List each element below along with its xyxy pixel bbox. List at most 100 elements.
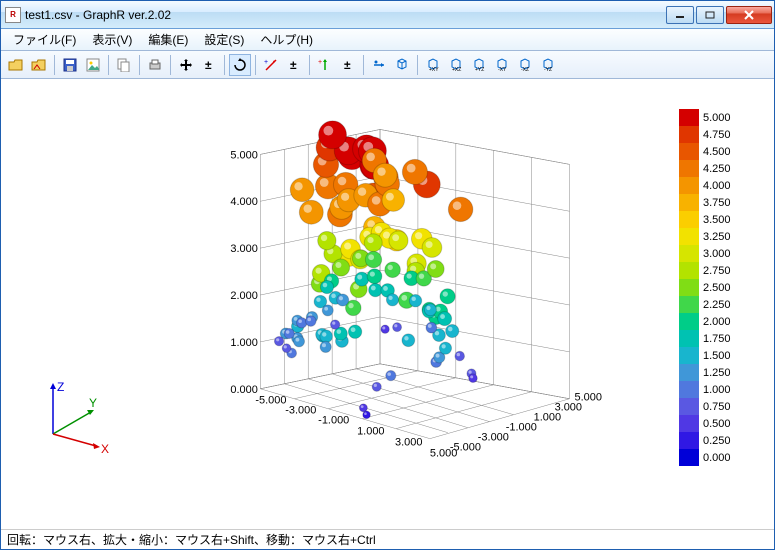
y-tick: 5.000 bbox=[575, 392, 602, 404]
svg-text:Z: Z bbox=[57, 380, 64, 394]
z-tick: 2.000 bbox=[230, 290, 257, 302]
legend-swatch bbox=[679, 415, 699, 432]
menu-settings[interactable]: 設定(S) bbox=[196, 29, 252, 50]
data-point bbox=[438, 312, 452, 326]
svg-text:+: + bbox=[318, 59, 322, 66]
legend-label: 0.750 bbox=[703, 401, 731, 413]
x-tick: 1.000 bbox=[357, 426, 384, 438]
data-point bbox=[290, 178, 314, 202]
svg-text:+YZ: +YZ bbox=[475, 67, 484, 72]
legend-label: 3.000 bbox=[703, 248, 731, 260]
copy-icon[interactable] bbox=[113, 54, 135, 76]
menu-view[interactable]: 表示(V) bbox=[84, 29, 140, 50]
legend-row: 4.250 bbox=[679, 160, 754, 177]
data-point bbox=[389, 231, 408, 250]
toolbar: ± + ± + ± +XY +XZ +YZ -XY -XZ -YZ bbox=[1, 51, 774, 79]
svg-text:+XY: +XY bbox=[429, 67, 439, 72]
data-point bbox=[446, 324, 459, 337]
data-point bbox=[294, 336, 305, 347]
rotate-icon[interactable] bbox=[229, 54, 251, 76]
view-cube-xz-icon[interactable]: +XZ bbox=[445, 54, 467, 76]
window-title: test1.csv - GraphR ver.2.02 bbox=[25, 8, 666, 22]
legend-swatch bbox=[679, 432, 699, 449]
legend-row: 2.500 bbox=[679, 279, 754, 296]
data-point bbox=[427, 261, 444, 278]
data-point bbox=[426, 322, 437, 333]
data-points bbox=[274, 121, 477, 419]
data-point bbox=[440, 289, 455, 304]
data-point bbox=[373, 163, 397, 187]
data-point bbox=[274, 337, 283, 346]
legend-swatch bbox=[679, 398, 699, 415]
view-cube-nxy-icon[interactable]: -XY bbox=[491, 54, 513, 76]
legend-swatch bbox=[679, 262, 699, 279]
open-recent-icon[interactable] bbox=[28, 54, 50, 76]
legend-swatch bbox=[679, 126, 699, 143]
data-point bbox=[320, 341, 331, 352]
legend-row: 2.750 bbox=[679, 262, 754, 279]
data-point bbox=[330, 320, 339, 329]
data-point bbox=[386, 294, 398, 306]
y-tick: -1.000 bbox=[506, 422, 537, 434]
x-tick: -1.000 bbox=[318, 415, 349, 427]
view-cube-nxz-icon[interactable]: -XZ bbox=[514, 54, 536, 76]
axis-indicator: Z Y X bbox=[31, 379, 121, 459]
menu-file[interactable]: ファイル(F) bbox=[5, 29, 84, 50]
legend-row: 1.750 bbox=[679, 330, 754, 347]
legend-row: 1.250 bbox=[679, 364, 754, 381]
legend-row: 0.500 bbox=[679, 415, 754, 432]
data-point bbox=[455, 351, 465, 361]
legend-swatch bbox=[679, 160, 699, 177]
color-legend: 5.0004.7504.5004.2504.0003.7503.5003.250… bbox=[679, 109, 754, 466]
axis-z-icon[interactable] bbox=[368, 54, 390, 76]
menu-help[interactable]: ヘルプ(H) bbox=[252, 29, 321, 50]
x-tick: 3.000 bbox=[395, 437, 422, 449]
axis-y-icon[interactable]: + bbox=[314, 54, 336, 76]
legend-row: 5.000 bbox=[679, 109, 754, 126]
view-cube-yz-icon[interactable]: +YZ bbox=[468, 54, 490, 76]
view-xy-icon[interactable] bbox=[391, 54, 413, 76]
axis-x-icon[interactable]: + bbox=[260, 54, 282, 76]
window-buttons bbox=[666, 6, 772, 24]
axis-y-reset-icon[interactable]: ± bbox=[337, 54, 359, 76]
maximize-button[interactable] bbox=[696, 6, 724, 24]
data-point bbox=[282, 344, 291, 353]
legend-swatch bbox=[679, 449, 699, 466]
data-point bbox=[439, 342, 451, 354]
data-point bbox=[381, 325, 389, 333]
scatter-3d-plot[interactable]: 0.000 1.000 2.000 3.000 4.000 5.000 -5.0… bbox=[1, 79, 774, 529]
z-tick: 5.000 bbox=[230, 149, 257, 161]
save-image-icon[interactable] bbox=[82, 54, 104, 76]
legend-swatch bbox=[679, 228, 699, 245]
print-icon[interactable] bbox=[144, 54, 166, 76]
legend-swatch bbox=[679, 364, 699, 381]
legend-swatch bbox=[679, 109, 699, 126]
view-cube-xy-icon[interactable]: +XY bbox=[422, 54, 444, 76]
x-tick: -3.000 bbox=[285, 405, 316, 417]
legend-label: 4.250 bbox=[703, 163, 731, 175]
plot-canvas[interactable]: 0.000 1.000 2.000 3.000 4.000 5.000 -5.0… bbox=[1, 79, 774, 529]
svg-text:+: + bbox=[264, 59, 268, 66]
legend-row: 3.250 bbox=[679, 228, 754, 245]
y-tick: -5.000 bbox=[450, 442, 481, 454]
legend-swatch bbox=[679, 194, 699, 211]
app-window: R test1.csv - GraphR ver.2.02 ファイル(F) 表示… bbox=[0, 0, 775, 550]
close-button[interactable] bbox=[726, 6, 772, 24]
z-tick: 3.000 bbox=[230, 243, 257, 255]
move-icon[interactable] bbox=[175, 54, 197, 76]
minimize-button[interactable] bbox=[666, 6, 694, 24]
z-tick: 0.000 bbox=[230, 384, 257, 396]
save-icon[interactable] bbox=[59, 54, 81, 76]
x-tick: -5.000 bbox=[255, 395, 286, 407]
menu-edit[interactable]: 編集(E) bbox=[140, 29, 196, 50]
view-cube-nyz-icon[interactable]: -YZ bbox=[537, 54, 559, 76]
data-point bbox=[382, 189, 405, 212]
legend-label: 1.500 bbox=[703, 350, 731, 362]
axis-x-reset-icon[interactable]: ± bbox=[283, 54, 305, 76]
legend-swatch bbox=[679, 279, 699, 296]
titlebar: R test1.csv - GraphR ver.2.02 bbox=[1, 1, 774, 29]
open-icon[interactable] bbox=[5, 54, 27, 76]
pan-reset-icon[interactable]: ± bbox=[198, 54, 220, 76]
legend-row: 2.250 bbox=[679, 296, 754, 313]
legend-label: 1.000 bbox=[703, 384, 731, 396]
